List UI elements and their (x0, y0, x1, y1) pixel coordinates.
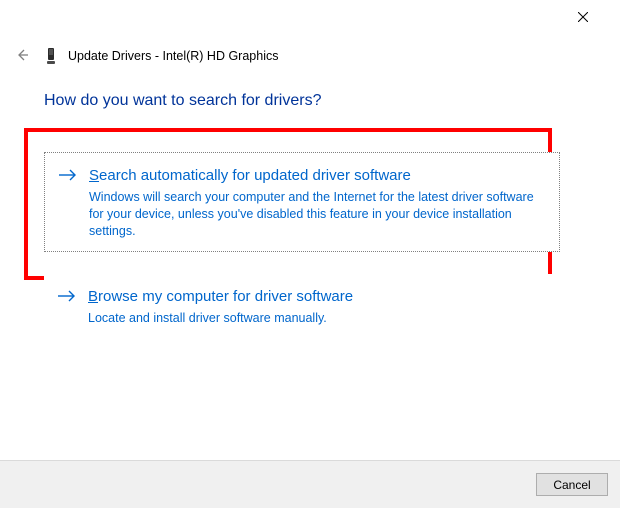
dialog-footer: Cancel (0, 460, 620, 508)
option-search-automatically[interactable]: Search automatically for updated driver … (44, 152, 560, 252)
back-button[interactable] (10, 44, 34, 68)
option-title: Browse my computer for driver software (88, 288, 546, 307)
window-title: Update Drivers - Intel(R) HD Graphics (68, 49, 278, 63)
device-icon (44, 46, 58, 66)
arrow-right-icon (58, 289, 76, 306)
window-header: Update Drivers - Intel(R) HD Graphics (10, 44, 610, 68)
cancel-button[interactable]: Cancel (536, 473, 608, 496)
arrow-right-icon (59, 168, 77, 185)
page-heading: How do you want to search for drivers? (44, 92, 321, 110)
option-description: Locate and install driver software manua… (88, 310, 546, 327)
close-button[interactable] (568, 6, 598, 28)
option-browse-computer[interactable]: Browse my computer for driver software L… (44, 274, 560, 341)
option-title: Search automatically for updated driver … (89, 167, 545, 186)
option-description: Windows will search your computer and th… (89, 189, 545, 240)
back-arrow-icon (14, 47, 30, 66)
close-icon (578, 10, 588, 25)
